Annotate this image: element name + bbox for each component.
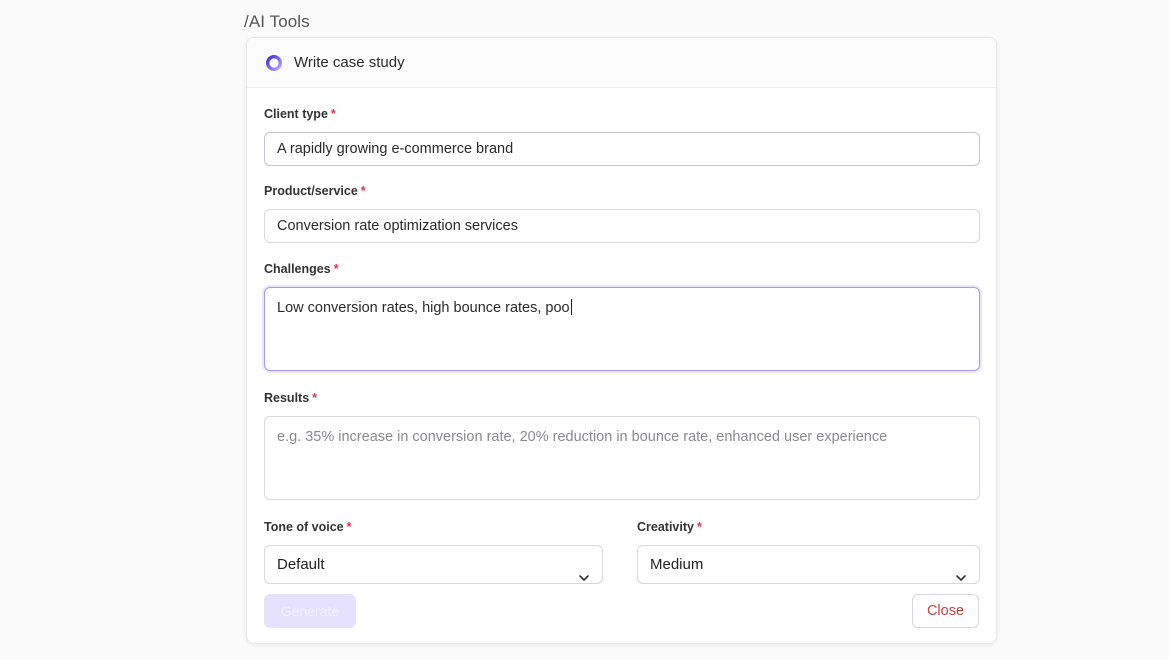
required-marker: * bbox=[330, 107, 336, 121]
client-type-label-text: Client type bbox=[264, 107, 328, 121]
product-service-label-text: Product/service bbox=[264, 184, 358, 198]
breadcrumb[interactable]: /AI Tools bbox=[244, 12, 310, 32]
results-placeholder: e.g. 35% increase in conversion rate, 20… bbox=[277, 429, 888, 445]
chevron-down-icon bbox=[955, 560, 967, 581]
tone-of-voice-label: Tone of voice * bbox=[264, 520, 352, 534]
required-marker: * bbox=[333, 262, 339, 276]
required-marker: * bbox=[360, 184, 366, 198]
tone-of-voice-select[interactable]: Default bbox=[264, 545, 603, 584]
results-textarea[interactable]: e.g. 35% increase in conversion rate, 20… bbox=[264, 416, 980, 500]
tone-of-voice-label-text: Tone of voice bbox=[264, 520, 344, 534]
case-study-card: Write case study Client type * A rapidly … bbox=[246, 37, 997, 644]
challenges-text: Low conversion rates, high bounce rates,… bbox=[277, 300, 570, 316]
card-header: Write case study bbox=[247, 38, 996, 88]
tone-of-voice-value: Default bbox=[277, 556, 325, 573]
close-button[interactable]: Close bbox=[912, 594, 979, 628]
product-service-input[interactable]: Conversion rate optimization services bbox=[264, 209, 980, 243]
text-caret bbox=[570, 299, 572, 315]
creativity-value: Medium bbox=[650, 556, 704, 573]
results-label: Results * bbox=[264, 391, 317, 405]
card-title: Write case study bbox=[294, 54, 405, 71]
challenges-label: Challenges * bbox=[264, 262, 339, 276]
challenges-textarea[interactable]: Low conversion rates, high bounce rates,… bbox=[264, 287, 980, 371]
required-marker: * bbox=[696, 520, 702, 534]
creativity-select[interactable]: Medium bbox=[637, 545, 980, 584]
client-type-label: Client type * bbox=[264, 107, 336, 121]
creativity-label-text: Creativity bbox=[637, 520, 694, 534]
challenges-label-text: Challenges bbox=[264, 262, 331, 276]
spinner-ring-icon bbox=[265, 54, 283, 72]
required-marker: * bbox=[346, 520, 352, 534]
generate-button[interactable]: Generate bbox=[264, 594, 356, 628]
creativity-label: Creativity * bbox=[637, 520, 702, 534]
required-marker: * bbox=[312, 391, 318, 405]
client-type-input[interactable]: A rapidly growing e-commerce brand bbox=[264, 132, 980, 166]
results-label-text: Results bbox=[264, 391, 310, 405]
product-service-label: Product/service * bbox=[264, 184, 366, 198]
chevron-down-icon bbox=[578, 560, 590, 581]
